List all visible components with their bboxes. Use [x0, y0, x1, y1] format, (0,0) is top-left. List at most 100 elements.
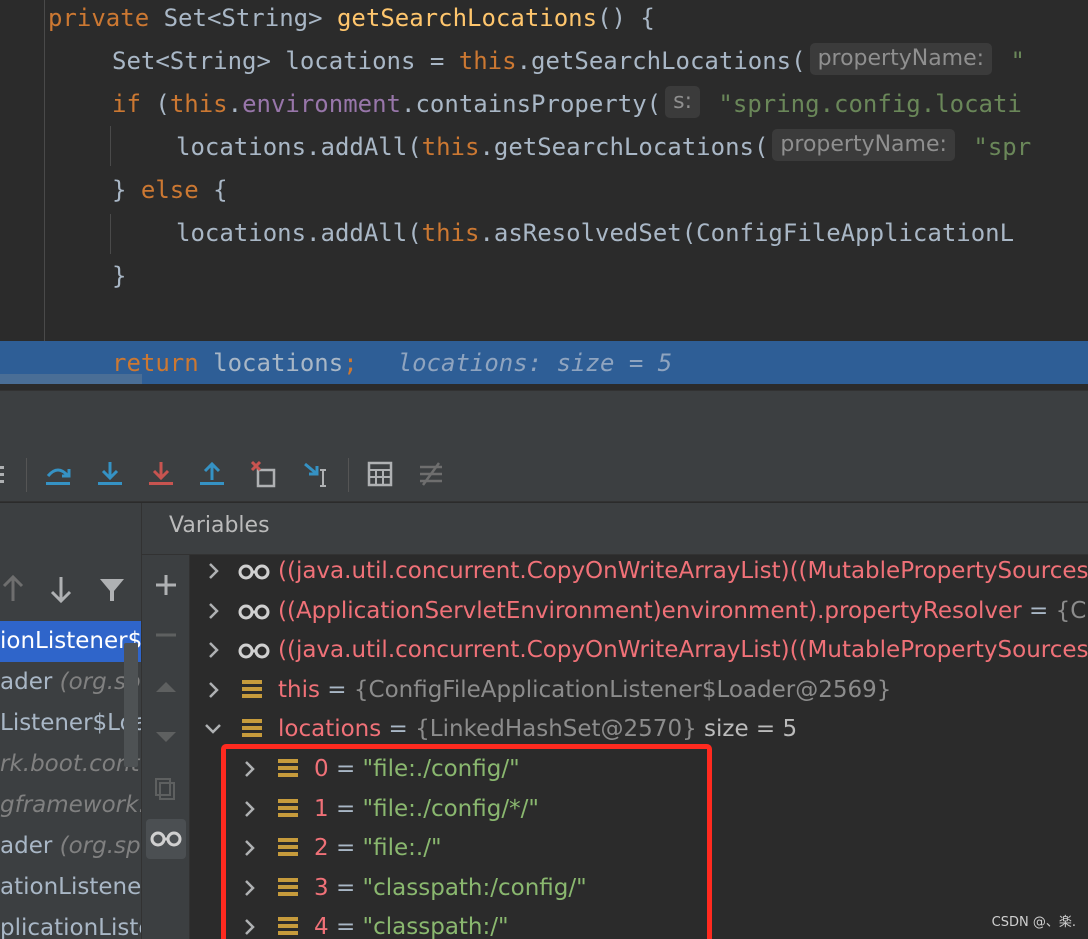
copy-button[interactable]	[146, 769, 186, 809]
code-token: locations.addAll(	[176, 133, 422, 161]
code-token: locations.addAll(	[176, 219, 422, 247]
code-token: getSearchLocations	[336, 4, 598, 32]
code-token: else	[140, 176, 214, 204]
variable-size: size = 5	[696, 716, 798, 743]
code-token: "	[996, 47, 1025, 75]
stack-frame-item[interactable]: plicationListe	[0, 908, 142, 939]
move-down-button[interactable]	[146, 717, 186, 757]
code-line[interactable]: if (this.environment.containsProperty(s:…	[112, 86, 1022, 129]
chevron-right-icon[interactable]	[202, 551, 224, 591]
parameter-hint: s:	[665, 86, 700, 118]
stack-frame-item[interactable]: ader (org.spr	[0, 662, 141, 703]
force-step-into-button[interactable]	[141, 454, 181, 494]
variable-value: {LinkedHashSet@2570}	[415, 716, 697, 743]
code-editor[interactable]: private Set<String> getSearchLocations()…	[0, 0, 1088, 390]
code-line[interactable]: return locations; locations: size = 5	[112, 345, 672, 388]
code-token: this	[169, 90, 228, 118]
stack-frame-method: ationListener	[0, 874, 142, 900]
step-out-button[interactable]	[192, 454, 232, 494]
stack-frame-item[interactable]: ader (org.spr	[0, 826, 141, 867]
frames-toolbar	[0, 565, 141, 615]
code-token: {	[213, 176, 228, 204]
variable-row[interactable]: ((ApplicationServletEnvironment)environm…	[202, 591, 1088, 631]
debug-tool-window-header	[0, 390, 1088, 446]
code-line[interactable]: locations.addAll(this.asResolvedSet(Conf…	[176, 215, 1014, 258]
move-up-button[interactable]	[146, 667, 186, 707]
variable-name: this	[278, 676, 320, 703]
code-line[interactable]: Set<String> locations = this.getSearchLo…	[112, 43, 1025, 86]
chevron-right-icon[interactable]	[202, 670, 224, 710]
chevron-right-icon[interactable]	[202, 630, 224, 670]
code-token: this	[458, 47, 517, 75]
evaluate-expression-button[interactable]	[360, 454, 400, 494]
toolbar-separator	[348, 458, 349, 492]
stack-frame-method: Listener$Loa	[0, 710, 142, 736]
trace-current-stream-icon	[420, 462, 442, 486]
step-out-icon	[200, 461, 224, 485]
show-watches-button[interactable]	[146, 819, 186, 859]
stack-frame-method: plicationListe	[0, 915, 142, 939]
code-token: .	[227, 90, 243, 118]
drop-frame-button[interactable]	[244, 454, 284, 494]
variable-row[interactable]: this = {ConfigFileApplicationListener$Lo…	[202, 670, 1088, 710]
code-token: .getSearchLocations(	[516, 47, 806, 75]
glasses-icon	[150, 831, 182, 847]
stack-frame-method: ader	[0, 833, 60, 859]
code-token: ;	[343, 349, 358, 377]
variable-text: ((java.util.concurrent.CopyOnWriteArrayL…	[278, 551, 1088, 591]
variable-name: ((java.util.concurrent.CopyOnWriteArrayL…	[278, 558, 1088, 584]
stack-frame-item[interactable]: rk.boot.cont	[0, 744, 141, 785]
indent-guide	[110, 214, 111, 254]
arrow-up-icon[interactable]	[0, 569, 28, 609]
parameter-hint: propertyName:	[772, 129, 955, 161]
step-into-button[interactable]	[90, 454, 130, 494]
highlight-box	[221, 744, 712, 939]
filter-icon[interactable]	[96, 569, 128, 609]
watch-icon	[238, 591, 270, 631]
code-line[interactable]: }	[112, 258, 126, 301]
stack-frame-item[interactable]: ationListener	[0, 867, 142, 908]
code-line[interactable]: private Set<String> getSearchLocations()…	[48, 0, 655, 43]
variable-equals: =	[1021, 597, 1056, 624]
code-line[interactable]: locations.addAll(this.getSearchLocations…	[176, 129, 1031, 172]
stack-frame-item[interactable]: ionListener$	[0, 621, 142, 662]
drop-frame-icon	[250, 460, 276, 488]
code-token: this	[421, 133, 480, 161]
chevron-down-icon[interactable]	[202, 709, 224, 749]
code-token: Set<String>	[163, 4, 337, 32]
step-over-button[interactable]	[38, 454, 78, 494]
variable-equals: =	[381, 716, 416, 743]
code-line[interactable]: } else {	[112, 172, 228, 215]
code-token: () {	[597, 4, 655, 32]
stack-frame-package: rk.boot.cont	[0, 751, 140, 777]
variables-side-toolbar	[142, 555, 190, 939]
step-into-icon	[98, 462, 122, 485]
variable-name: locations	[278, 716, 382, 743]
menu-icon[interactable]	[0, 454, 18, 494]
stack-frame-method: ader	[0, 669, 60, 695]
code-token: (	[155, 90, 170, 118]
code-token: "spring.config.locati	[703, 90, 1022, 118]
step-over-icon	[46, 468, 71, 485]
debugger-toolbar	[0, 446, 1088, 502]
variable-row[interactable]: ((java.util.concurrent.CopyOnWriteArrayL…	[202, 630, 1088, 670]
add-watch-button[interactable]	[146, 565, 186, 605]
remove-watch-button[interactable]	[146, 615, 186, 655]
copy-icon	[155, 778, 175, 800]
frames-scrollbar[interactable]	[124, 643, 138, 767]
field-icon	[238, 670, 266, 710]
stack-frame-item[interactable]: Listener$Loa	[0, 703, 142, 744]
stack-frame-package: gframework.	[0, 792, 142, 818]
code-token: return	[112, 349, 214, 377]
run-to-cursor-button[interactable]	[297, 454, 337, 494]
toolbar-separator	[26, 458, 27, 492]
gutter-divider	[44, 0, 45, 345]
trace-current-stream-button[interactable]	[411, 454, 451, 494]
stack-frame-item[interactable]: gframework.	[0, 785, 142, 826]
stack-frame-method: ionListener$	[0, 628, 142, 654]
variable-name: ((ApplicationServletEnvironment)environm…	[278, 597, 1022, 624]
variable-row[interactable]: ((java.util.concurrent.CopyOnWriteArrayL…	[202, 551, 1088, 591]
chevron-right-icon[interactable]	[202, 591, 224, 631]
arrow-down-icon[interactable]	[46, 569, 76, 609]
code-token: private	[48, 4, 164, 32]
